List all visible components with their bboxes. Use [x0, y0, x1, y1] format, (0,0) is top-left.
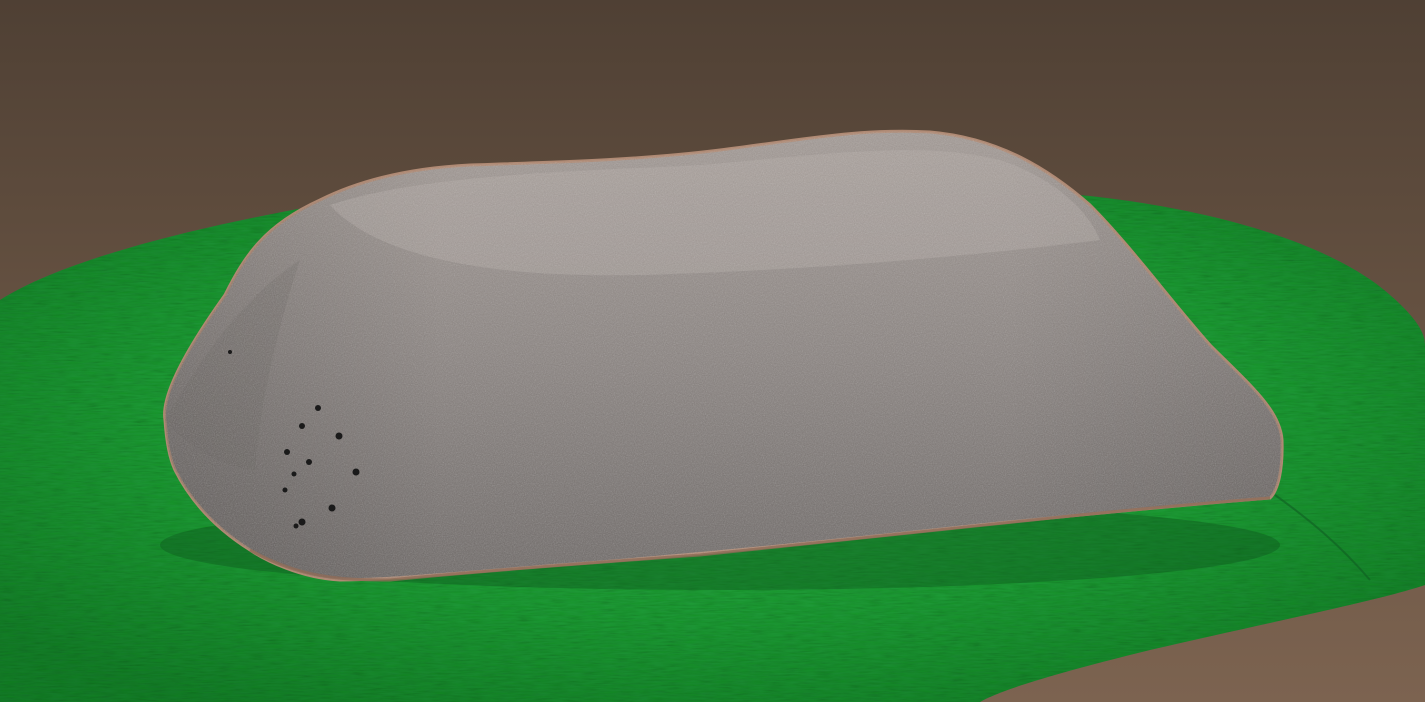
vent-hole [298, 518, 306, 526]
vent-hole [352, 468, 360, 476]
vent-hole [315, 405, 321, 411]
vent-hole [291, 471, 297, 477]
vent-hole [282, 487, 288, 493]
vent-hole [299, 423, 305, 429]
vent-hole [335, 432, 343, 440]
vent-hole [306, 459, 312, 465]
vent-hole [228, 350, 232, 354]
vent-hole [284, 449, 290, 455]
vent-hole [293, 523, 299, 529]
rock-scene [0, 0, 1425, 702]
vent-hole [328, 504, 336, 512]
